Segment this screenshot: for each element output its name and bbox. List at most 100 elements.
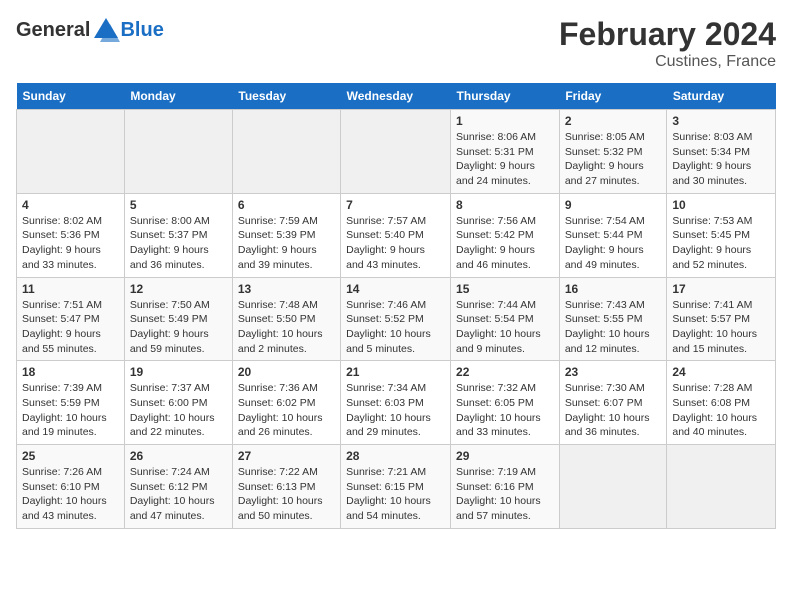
day-number: 17 <box>672 282 770 296</box>
day-info: Sunrise: 8:05 AM Sunset: 5:32 PM Dayligh… <box>565 130 662 189</box>
day-number: 18 <box>22 365 119 379</box>
calendar-cell: 20 Sunrise: 7:36 AM Sunset: 6:02 PM Dayli… <box>232 361 340 445</box>
day-header-saturday: Saturday <box>667 83 776 110</box>
logo-blue-text: Blue <box>120 19 163 42</box>
day-info: Sunrise: 7:48 AM Sunset: 5:50 PM Dayligh… <box>238 298 335 357</box>
calendar-cell <box>559 445 667 529</box>
day-number: 24 <box>672 365 770 379</box>
logo-icon <box>92 16 120 44</box>
day-info: Sunrise: 7:53 AM Sunset: 5:45 PM Dayligh… <box>672 214 770 273</box>
day-info: Sunrise: 7:43 AM Sunset: 5:55 PM Dayligh… <box>565 298 662 357</box>
calendar-subtitle: Custines, France <box>559 53 776 71</box>
calendar-cell: 21Sunrise: 7:34 AM Sunset: 6:03 PM Dayli… <box>341 361 451 445</box>
calendar-cell: 25Sunrise: 7:26 AM Sunset: 6:10 PM Dayli… <box>17 445 125 529</box>
calendar-cell: 8 Sunrise: 7:56 AM Sunset: 5:42 PM Daylig… <box>451 193 560 277</box>
week-row-2: 4Sunrise: 8:02 AM Sunset: 5:36 PM Daylig… <box>17 193 776 277</box>
day-number: 26 <box>130 449 227 463</box>
day-number: 3 <box>672 114 770 128</box>
day-number: 27 <box>238 449 335 463</box>
day-info: Sunrise: 7:39 AM Sunset: 5:59 PM Dayligh… <box>22 381 119 440</box>
week-row-4: 18 Sunrise: 7:39 AM Sunset: 5:59 PM Dayli… <box>17 361 776 445</box>
day-number: 22 <box>456 365 554 379</box>
calendar-cell: 13 Sunrise: 7:48 AM Sunset: 5:50 PM Dayli… <box>232 277 340 361</box>
day-info: Sunrise: 7:51 AM Sunset: 5:47 PM Dayligh… <box>22 298 119 357</box>
calendar-cell: 29 Sunrise: 7:19 AM Sunset: 6:16 PM Dayli… <box>451 445 560 529</box>
calendar-cell: 12 Sunrise: 7:50 AM Sunset: 5:49 PM Dayli… <box>124 277 232 361</box>
calendar-cell <box>17 110 125 194</box>
day-info: Sunrise: 7:44 AM Sunset: 5:54 PM Dayligh… <box>456 298 554 357</box>
page-header: General Blue February 2024 Custines, Fra… <box>16 16 776 71</box>
day-number: 6 <box>238 198 335 212</box>
day-info: Sunrise: 7:21 AM Sunset: 6:15 PM Dayligh… <box>346 465 445 524</box>
day-header-wednesday: Wednesday <box>341 83 451 110</box>
calendar-cell: 15 Sunrise: 7:44 AM Sunset: 5:54 PM Dayli… <box>451 277 560 361</box>
day-info: Sunrise: 7:28 AM Sunset: 6:08 PM Dayligh… <box>672 381 770 440</box>
day-header-friday: Friday <box>559 83 667 110</box>
calendar-cell: 5Sunrise: 8:00 AM Sunset: 5:37 PM Daylig… <box>124 193 232 277</box>
day-info: Sunrise: 7:19 AM Sunset: 6:16 PM Dayligh… <box>456 465 554 524</box>
calendar-cell: 18 Sunrise: 7:39 AM Sunset: 5:59 PM Dayli… <box>17 361 125 445</box>
day-number: 29 <box>456 449 554 463</box>
day-info: Sunrise: 8:00 AM Sunset: 5:37 PM Dayligh… <box>130 214 227 273</box>
logo-general-text: General <box>16 19 90 42</box>
calendar-cell <box>341 110 451 194</box>
day-info: Sunrise: 7:30 AM Sunset: 6:07 PM Dayligh… <box>565 381 662 440</box>
day-info: Sunrise: 7:46 AM Sunset: 5:52 PM Dayligh… <box>346 298 445 357</box>
day-number: 25 <box>22 449 119 463</box>
calendar-cell: 11 Sunrise: 7:51 AM Sunset: 5:47 PM Dayli… <box>17 277 125 361</box>
day-info: Sunrise: 7:56 AM Sunset: 5:42 PM Dayligh… <box>456 214 554 273</box>
calendar-cell <box>232 110 340 194</box>
day-info: Sunrise: 7:37 AM Sunset: 6:00 PM Dayligh… <box>130 381 227 440</box>
calendar-cell: 26 Sunrise: 7:24 AM Sunset: 6:12 PM Dayli… <box>124 445 232 529</box>
calendar-cell: 9 Sunrise: 7:54 AM Sunset: 5:44 PM Daylig… <box>559 193 667 277</box>
day-number: 1 <box>456 114 554 128</box>
day-info: Sunrise: 7:59 AM Sunset: 5:39 PM Dayligh… <box>238 214 335 273</box>
logo: General Blue <box>16 16 164 44</box>
calendar-cell: 16 Sunrise: 7:43 AM Sunset: 5:55 PM Dayli… <box>559 277 667 361</box>
day-number: 15 <box>456 282 554 296</box>
calendar-cell <box>667 445 776 529</box>
day-info: Sunrise: 7:24 AM Sunset: 6:12 PM Dayligh… <box>130 465 227 524</box>
day-number: 9 <box>565 198 662 212</box>
day-header-monday: Monday <box>124 83 232 110</box>
day-number: 28 <box>346 449 445 463</box>
day-header-thursday: Thursday <box>451 83 560 110</box>
week-row-5: 25Sunrise: 7:26 AM Sunset: 6:10 PM Dayli… <box>17 445 776 529</box>
day-number: 20 <box>238 365 335 379</box>
day-info: Sunrise: 8:06 AM Sunset: 5:31 PM Dayligh… <box>456 130 554 189</box>
day-number: 7 <box>346 198 445 212</box>
calendar-cell: 1 Sunrise: 8:06 AM Sunset: 5:31 PM Daylig… <box>451 110 560 194</box>
day-number: 19 <box>130 365 227 379</box>
calendar-cell: 2 Sunrise: 8:05 AM Sunset: 5:32 PM Daylig… <box>559 110 667 194</box>
calendar-table: SundayMondayTuesdayWednesdayThursdayFrid… <box>16 83 776 529</box>
day-info: Sunrise: 7:36 AM Sunset: 6:02 PM Dayligh… <box>238 381 335 440</box>
day-header-sunday: Sunday <box>17 83 125 110</box>
day-number: 23 <box>565 365 662 379</box>
day-number: 12 <box>130 282 227 296</box>
day-info: Sunrise: 7:22 AM Sunset: 6:13 PM Dayligh… <box>238 465 335 524</box>
calendar-cell: 3 Sunrise: 8:03 AM Sunset: 5:34 PM Daylig… <box>667 110 776 194</box>
calendar-cell: 23 Sunrise: 7:30 AM Sunset: 6:07 PM Dayli… <box>559 361 667 445</box>
day-info: Sunrise: 7:32 AM Sunset: 6:05 PM Dayligh… <box>456 381 554 440</box>
day-number: 13 <box>238 282 335 296</box>
day-info: Sunrise: 7:57 AM Sunset: 5:40 PM Dayligh… <box>346 214 445 273</box>
calendar-cell: 17 Sunrise: 7:41 AM Sunset: 5:57 PM Dayli… <box>667 277 776 361</box>
calendar-cell: 4Sunrise: 8:02 AM Sunset: 5:36 PM Daylig… <box>17 193 125 277</box>
day-header-tuesday: Tuesday <box>232 83 340 110</box>
day-number: 21 <box>346 365 445 379</box>
week-row-3: 11 Sunrise: 7:51 AM Sunset: 5:47 PM Dayli… <box>17 277 776 361</box>
day-info: Sunrise: 7:54 AM Sunset: 5:44 PM Dayligh… <box>565 214 662 273</box>
day-info: Sunrise: 8:03 AM Sunset: 5:34 PM Dayligh… <box>672 130 770 189</box>
day-info: Sunrise: 7:50 AM Sunset: 5:49 PM Dayligh… <box>130 298 227 357</box>
day-number: 8 <box>456 198 554 212</box>
calendar-cell: 24 Sunrise: 7:28 AM Sunset: 6:08 PM Dayli… <box>667 361 776 445</box>
week-row-1: 1 Sunrise: 8:06 AM Sunset: 5:31 PM Daylig… <box>17 110 776 194</box>
day-info: Sunrise: 7:41 AM Sunset: 5:57 PM Dayligh… <box>672 298 770 357</box>
day-number: 2 <box>565 114 662 128</box>
day-number: 11 <box>22 282 119 296</box>
day-number: 16 <box>565 282 662 296</box>
calendar-cell: 22 Sunrise: 7:32 AM Sunset: 6:05 PM Dayli… <box>451 361 560 445</box>
calendar-cell: 27 Sunrise: 7:22 AM Sunset: 6:13 PM Dayli… <box>232 445 340 529</box>
calendar-cell: 19 Sunrise: 7:37 AM Sunset: 6:00 PM Dayli… <box>124 361 232 445</box>
calendar-cell: 6 Sunrise: 7:59 AM Sunset: 5:39 PM Daylig… <box>232 193 340 277</box>
